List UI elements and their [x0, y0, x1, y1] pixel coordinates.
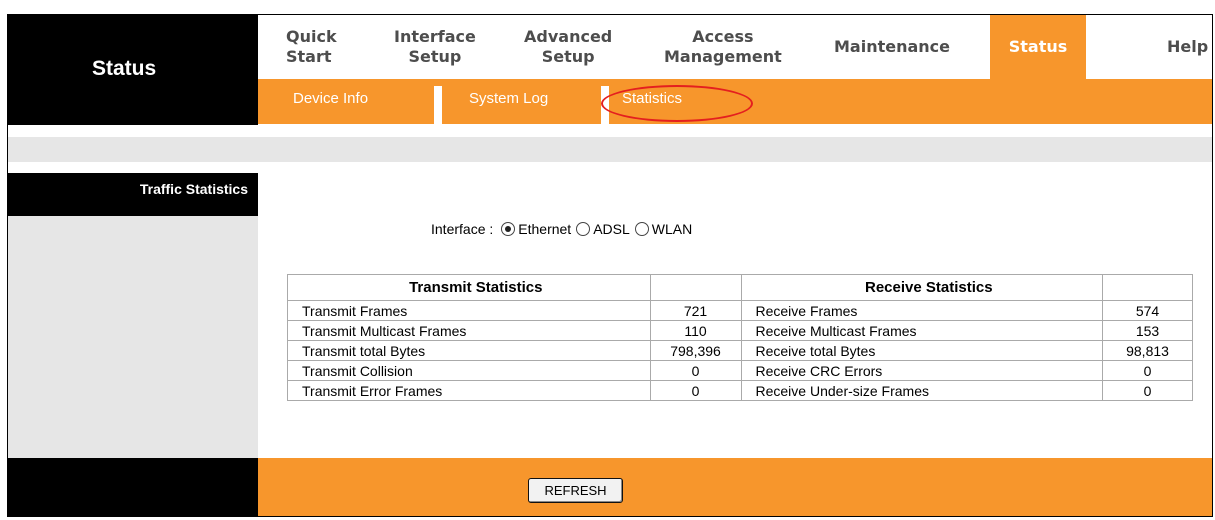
interface-selector: Interface : Ethernet ADSL WLAN — [431, 221, 692, 237]
rx-value: 0 — [1102, 380, 1193, 401]
table-row: Transmit total Bytes 798,396 Receive tot… — [287, 340, 1193, 361]
receive-header: Receive Statistics — [740, 274, 1104, 301]
highlight-ellipse — [601, 85, 753, 122]
table-row: Transmit Frames 721 Receive Frames 574 — [287, 300, 1193, 321]
radio-adsl[interactable] — [576, 222, 591, 236]
nav-quick-start[interactable]: Quick Start — [286, 15, 337, 79]
footer-bar — [258, 458, 1212, 516]
tx-value: 0 — [649, 360, 742, 381]
subnav-system-log[interactable]: System Log — [469, 90, 548, 107]
nav-interface-setup[interactable]: Interface Setup — [394, 15, 476, 79]
tx-label: Transmit total Bytes — [287, 340, 651, 361]
nav-advanced-setup-line2: Setup — [541, 47, 595, 66]
tx-label: Transmit Frames — [287, 300, 651, 321]
subnav-separator — [434, 86, 442, 124]
tx-value: 0 — [649, 380, 742, 401]
transmit-header: Transmit Statistics — [287, 274, 651, 301]
table-row: Transmit Collision 0 Receive CRC Errors … — [287, 360, 1193, 381]
refresh-button[interactable]: REFRESH — [528, 478, 623, 503]
nav-access-management[interactable]: Access Management — [664, 15, 782, 79]
router-admin-frame: Status Quick Start Interface Setup Advan… — [7, 14, 1213, 517]
rx-label: Receive Multicast Frames — [740, 320, 1104, 341]
tx-label: Transmit Error Frames — [287, 380, 651, 401]
interface-label: Interface : — [431, 221, 494, 237]
nav-advanced-setup[interactable]: Advanced Setup — [524, 15, 612, 79]
receive-value-header — [1102, 274, 1193, 301]
rx-value: 98,813 — [1102, 340, 1193, 361]
radio-ethernet[interactable] — [501, 222, 516, 236]
page-section-title: Status — [92, 57, 157, 80]
nav-quick-start-line2: Start — [286, 47, 332, 66]
rx-value: 153 — [1102, 320, 1193, 341]
nav-interface-setup-line1: Interface — [394, 27, 476, 46]
tx-value: 110 — [649, 320, 742, 341]
table-header-row: Transmit Statistics Receive Statistics — [287, 274, 1193, 301]
header-gray-band — [8, 137, 1212, 162]
transmit-value-header — [649, 274, 742, 301]
nav-quick-start-line1: Quick — [286, 27, 337, 46]
radio-wlan-label: WLAN — [651, 221, 693, 237]
sidebar-title: Traffic Statistics — [139, 181, 248, 197]
footer-left-panel — [8, 458, 258, 516]
tx-value: 721 — [649, 300, 742, 321]
nav-advanced-setup-line1: Advanced — [524, 27, 613, 46]
sub-nav: Device Info System Log Statistics — [258, 79, 1212, 124]
radio-adsl-label: ADSL — [593, 221, 630, 237]
rx-label: Receive total Bytes — [740, 340, 1104, 361]
rx-label: Receive CRC Errors — [740, 360, 1104, 381]
rx-label: Receive Frames — [740, 300, 1104, 321]
tx-value: 798,396 — [649, 340, 742, 361]
nav-status[interactable]: Status — [990, 15, 1086, 79]
main-nav: Quick Start Interface Setup Advanced Set… — [258, 15, 1212, 79]
rx-label: Receive Under-size Frames — [740, 380, 1104, 401]
tx-label: Transmit Collision — [287, 360, 651, 381]
nav-interface-setup-line2: Setup — [408, 47, 462, 66]
subnav-device-info[interactable]: Device Info — [293, 90, 368, 107]
sidebar-panel — [8, 216, 258, 458]
rx-value: 0 — [1102, 360, 1193, 381]
radio-ethernet-label: Ethernet — [518, 221, 572, 237]
table-row: Transmit Error Frames 0 Receive Under-si… — [287, 380, 1193, 401]
nav-access-management-line2: Management — [664, 47, 782, 66]
nav-access-management-line1: Access — [692, 27, 754, 46]
traffic-statistics-table: Transmit Statistics Receive Statistics T… — [287, 274, 1193, 401]
nav-maintenance[interactable]: Maintenance — [834, 15, 950, 79]
table-row: Transmit Multicast Frames 110 Receive Mu… — [287, 320, 1193, 341]
tx-label: Transmit Multicast Frames — [287, 320, 651, 341]
radio-wlan[interactable] — [634, 222, 649, 236]
nav-help[interactable]: Help — [1167, 15, 1208, 79]
rx-value: 574 — [1102, 300, 1193, 321]
